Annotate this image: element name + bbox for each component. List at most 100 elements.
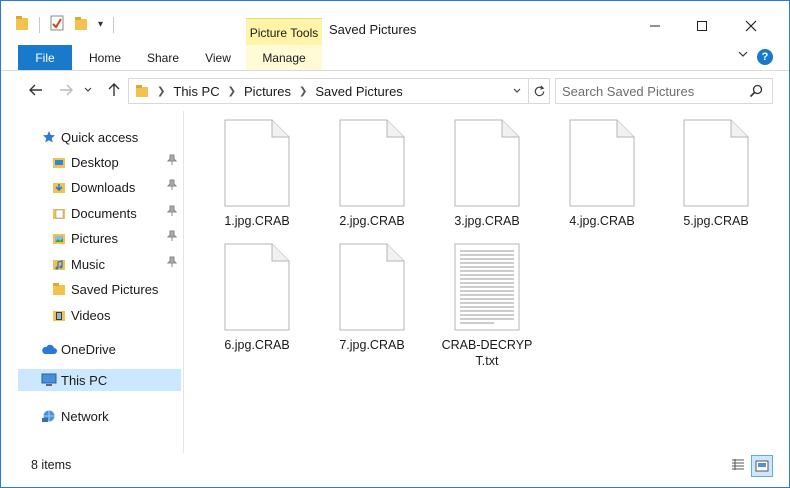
blank-document-icon <box>569 119 635 207</box>
expand-ribbon-chevron-icon[interactable] <box>737 48 749 63</box>
properties-icon[interactable] <box>50 15 64 34</box>
minimize-button[interactable] <box>635 13 675 39</box>
file-item[interactable]: 3.jpg.CRAB <box>437 119 537 229</box>
ribbon-tabs: File Home Share View Manage ? <box>1 45 789 71</box>
details-view-button[interactable] <box>728 455 748 475</box>
sidebar-item-pictures[interactable]: Pictures <box>51 227 181 249</box>
file-name: 2.jpg.CRAB <box>339 214 405 228</box>
forward-button[interactable] <box>55 79 77 101</box>
tab-file[interactable]: File <box>18 45 72 70</box>
pin-icon[interactable] <box>166 205 178 220</box>
sidebar-item-saved-pictures[interactable]: Saved Pictures <box>51 278 181 300</box>
title-bar: ▾ Picture Tools Saved Pictures <box>1 1 789 46</box>
search-icon[interactable] <box>749 84 763 98</box>
sidebar-item-label: Documents <box>71 205 137 221</box>
sidebar-item-desktop[interactable]: Desktop <box>51 151 181 173</box>
file-item[interactable]: CRAB-DECRYPT.txt <box>437 243 537 369</box>
pictures-folder-icon <box>51 230 67 246</box>
new-folder-icon[interactable] <box>74 15 88 34</box>
pin-icon[interactable] <box>166 256 178 271</box>
sidebar-item-videos[interactable]: Videos <box>51 304 181 326</box>
text-document-icon <box>454 243 520 331</box>
sidebar-item-downloads[interactable]: Downloads <box>51 176 181 198</box>
recent-locations-chevron-icon[interactable] <box>81 79 95 101</box>
sidebar-item-network[interactable]: Network <box>41 405 181 427</box>
status-bar: 8 items <box>1 453 789 487</box>
file-item[interactable]: 1.jpg.CRAB <box>207 119 307 229</box>
file-name: 4.jpg.CRAB <box>569 214 635 228</box>
address-bar[interactable]: ❯ This PC ❯ Pictures ❯ Saved Pictures <box>128 78 550 104</box>
file-name: 3.jpg.CRAB <box>454 214 520 228</box>
sidebar-item-label: Videos <box>71 307 111 323</box>
tab-manage[interactable]: Manage <box>246 45 322 70</box>
breadcrumb-saved-pictures[interactable]: Saved Pictures <box>315 84 402 99</box>
folder-icon <box>135 84 149 98</box>
documents-folder-icon <box>51 205 67 221</box>
file-name: 6.jpg.CRAB <box>224 338 290 352</box>
file-item[interactable]: 6.jpg.CRAB <box>207 243 307 353</box>
sidebar-item-label: Quick access <box>61 129 139 145</box>
file-name: 1.jpg.CRAB <box>224 214 290 228</box>
quick-access-toolbar: ▾ <box>15 15 115 34</box>
customize-toolbar-chevron-icon[interactable]: ▾ <box>98 19 103 30</box>
blank-document-icon <box>454 119 520 207</box>
file-item[interactable]: 7.jpg.CRAB <box>322 243 422 353</box>
desktop-folder-icon <box>51 154 67 170</box>
pane-divider[interactable] <box>183 111 184 453</box>
sidebar-item-music[interactable]: Music <box>51 253 181 275</box>
pin-icon[interactable] <box>166 230 178 245</box>
folder-icon <box>51 281 67 297</box>
help-button[interactable]: ? <box>757 49 773 65</box>
close-button[interactable] <box>731 13 771 39</box>
tab-share[interactable]: Share <box>139 45 187 70</box>
sidebar-item-this-pc[interactable]: This PC <box>18 369 181 391</box>
videos-folder-icon <box>51 307 67 323</box>
large-icons-view-button[interactable] <box>751 455 773 477</box>
downloads-folder-icon <box>51 179 67 195</box>
breadcrumb-separator-icon[interactable]: ❯ <box>228 86 236 97</box>
search-input[interactable] <box>556 82 749 100</box>
toolbar-separator <box>39 16 40 33</box>
pin-icon[interactable] <box>166 179 178 194</box>
sidebar-item-label: Network <box>61 408 109 424</box>
sidebar-item-label: Music <box>71 256 105 272</box>
sidebar-item-documents[interactable]: Documents <box>51 202 181 224</box>
refresh-button[interactable] <box>528 79 549 103</box>
breadcrumb-separator-icon[interactable]: ❯ <box>157 86 165 97</box>
file-item[interactable]: 2.jpg.CRAB <box>322 119 422 229</box>
file-name: 7.jpg.CRAB <box>339 338 405 352</box>
star-icon <box>41 129 57 145</box>
network-icon <box>41 408 57 424</box>
blank-document-icon <box>339 119 405 207</box>
details-view-icon <box>732 459 744 470</box>
music-folder-icon <box>51 256 67 272</box>
navigation-pane: Quick access Desktop Downloads Documents… <box>1 111 183 453</box>
address-history-chevron-icon[interactable] <box>509 79 525 103</box>
navigation-bar: ❯ This PC ❯ Pictures ❯ Saved Pictures <box>1 71 789 109</box>
picture-tools-tab-group: Picture Tools <box>246 18 322 46</box>
computer-icon <box>41 372 57 388</box>
sidebar-item-label: This PC <box>61 372 108 388</box>
maximize-button[interactable] <box>682 13 722 39</box>
breadcrumb-pictures[interactable]: Pictures <box>244 84 291 99</box>
sidebar-item-quick-access[interactable]: Quick access <box>41 126 181 148</box>
file-item[interactable]: 5.jpg.CRAB <box>666 119 766 229</box>
sidebar-item-onedrive[interactable]: OneDrive <box>41 338 181 360</box>
up-button[interactable] <box>103 79 125 101</box>
sidebar-item-label: Desktop <box>71 154 119 170</box>
file-name: 5.jpg.CRAB <box>683 214 749 228</box>
file-explorer-window: ▾ Picture Tools Saved Pictures File Home… <box>0 0 790 488</box>
tab-view[interactable]: View <box>195 45 241 70</box>
breadcrumb-this-pc[interactable]: This PC <box>173 84 219 99</box>
file-list: 1.jpg.CRAB 2.jpg.CRAB 3.jpg.CRAB 4.jpg.C… <box>185 111 789 453</box>
tab-home[interactable]: Home <box>81 45 129 70</box>
blank-document-icon <box>224 119 290 207</box>
sidebar-item-label: Downloads <box>71 179 136 195</box>
search-box[interactable] <box>555 78 773 104</box>
breadcrumb-separator-icon[interactable]: ❯ <box>299 86 307 97</box>
sidebar-item-label: OneDrive <box>61 341 116 357</box>
pin-icon[interactable] <box>166 154 178 169</box>
blank-document-icon <box>339 243 405 331</box>
back-button[interactable] <box>25 79 47 101</box>
file-item[interactable]: 4.jpg.CRAB <box>552 119 652 229</box>
